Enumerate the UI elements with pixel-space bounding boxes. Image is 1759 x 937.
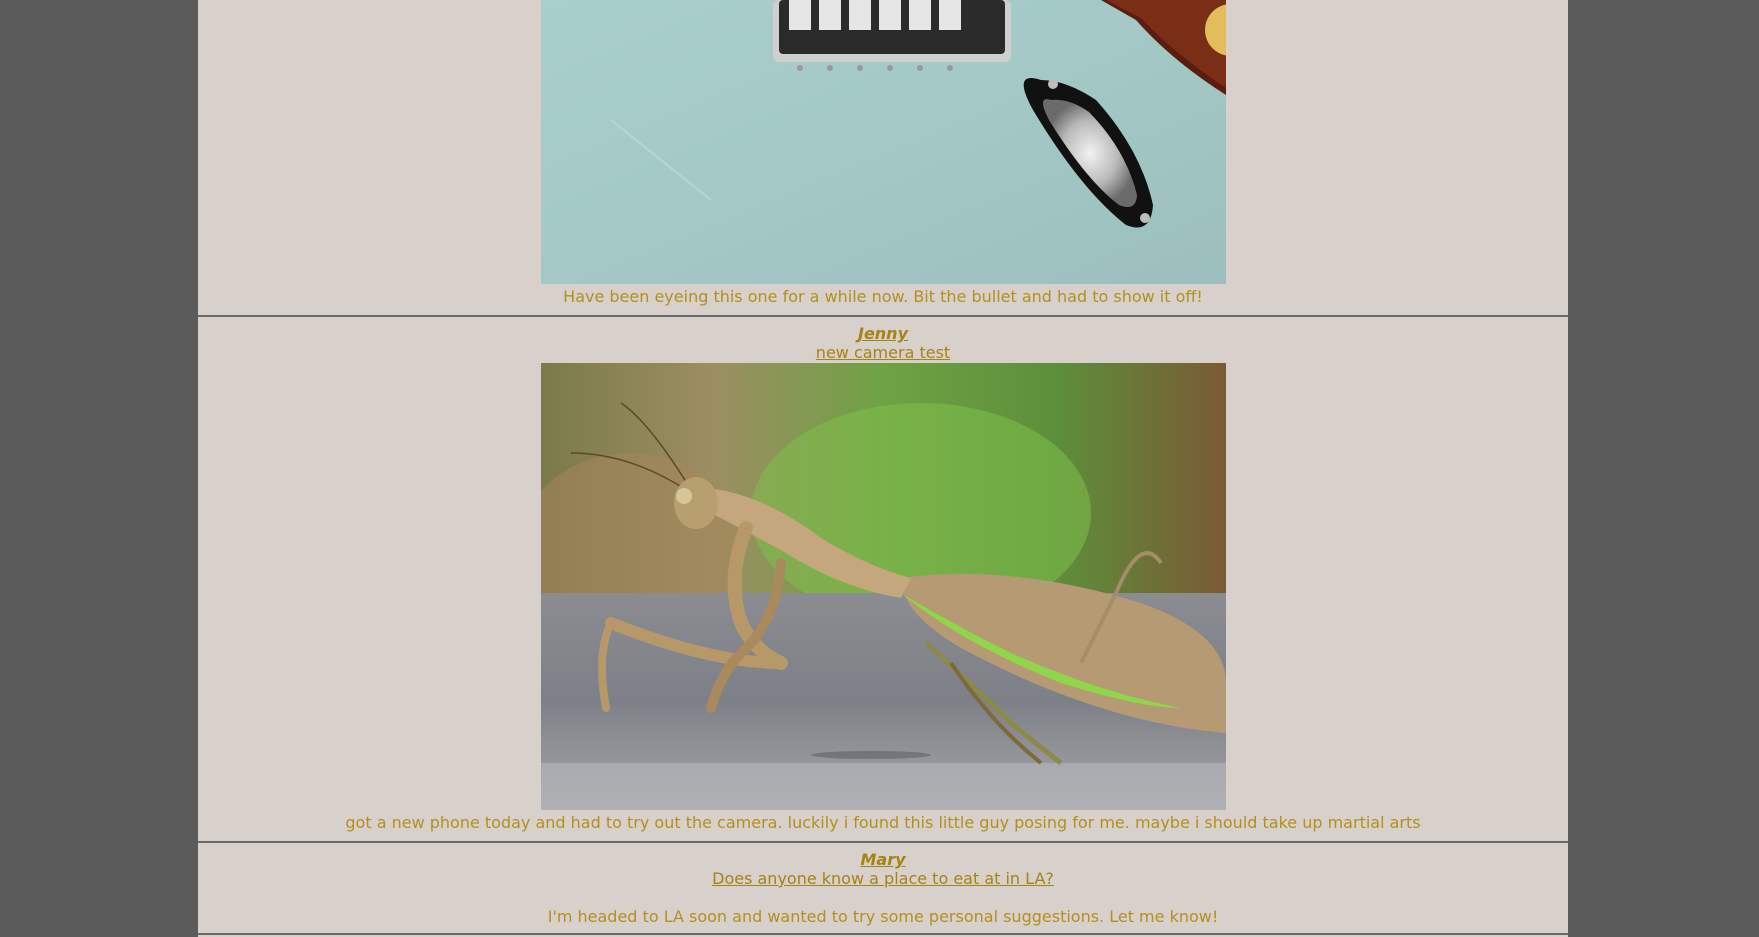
post-caption: got a new phone today and had to try out…: [345, 813, 1421, 832]
post-guitar: Have been eyeing this one for a while no…: [198, 0, 1568, 315]
post-title-link[interactable]: Does anyone know a place to eat at in LA…: [198, 869, 1568, 889]
post-caption: Have been eyeing this one for a while no…: [563, 287, 1203, 306]
praying-mantis-photo[interactable]: [541, 363, 1226, 810]
post-title-link[interactable]: new camera test: [198, 343, 1568, 363]
post-divider: [198, 933, 1568, 935]
guitar-photo[interactable]: [541, 0, 1226, 284]
post-camera-test: Jenny new camera test got a new phone to…: [198, 317, 1568, 841]
post-body-text: I'm headed to LA soon and wanted to try …: [547, 907, 1219, 926]
post-author-link[interactable]: Mary: [198, 850, 1568, 870]
post-feed: Have been eyeing this one for a while no…: [198, 0, 1568, 937]
post-la-food: Mary Does anyone know a place to eat at …: [198, 843, 1568, 933]
post-author-link[interactable]: Jenny: [198, 324, 1568, 344]
